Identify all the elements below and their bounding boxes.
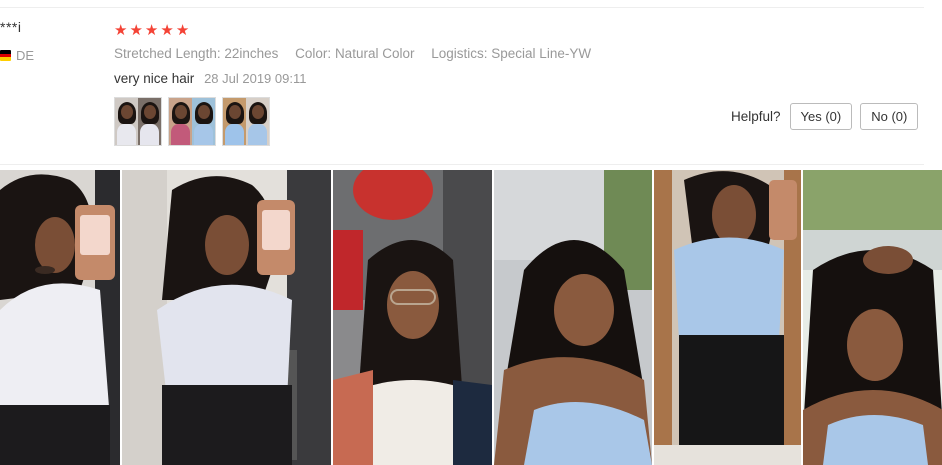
photo-icon <box>122 170 331 465</box>
helpful-vote: Helpful? Yes (0) No (0) <box>731 103 919 130</box>
feedback-date: 28 Jul 2019 09:11 <box>204 71 307 86</box>
attr-color-value: Natural Color <box>334 46 415 61</box>
reviewer-country: DE <box>0 48 34 63</box>
star-icon: ★ <box>129 22 143 39</box>
attr-color: Color: Natural Color <box>295 46 414 61</box>
thumbnail-photo-icon <box>169 98 192 145</box>
section-divider <box>0 164 924 165</box>
star-icon: ★ <box>144 22 159 39</box>
thumbnail-strip <box>114 97 270 146</box>
review-photo-3[interactable] <box>333 170 492 465</box>
thumbnail-photo-icon <box>138 98 161 145</box>
review-photo-1[interactable] <box>0 170 120 465</box>
review-thumbnail[interactable] <box>114 97 162 146</box>
top-divider <box>0 7 924 8</box>
star-icon: ★ <box>175 22 190 39</box>
thumbnail-photo-icon <box>223 98 246 145</box>
country-code: DE <box>16 48 35 63</box>
thumbnail-photo-icon <box>192 98 215 145</box>
helpful-no-button[interactable]: No (0) <box>860 103 919 130</box>
thumbnail-photo-icon <box>115 98 138 145</box>
photo-icon <box>494 170 652 465</box>
attr-logistics-label: Logistics: <box>431 46 488 61</box>
star-icon: ★ <box>114 22 128 39</box>
review-photo-4[interactable] <box>494 170 652 465</box>
order-attributes: Stretched Length: 22inches Color: Natura… <box>114 46 604 61</box>
star-rating: ★ ★ ★ ★ ★ <box>114 22 189 39</box>
review-thumbnail[interactable] <box>222 97 270 146</box>
thumbnail-photo-icon <box>246 98 269 145</box>
attr-length-label: Stretched Length: <box>114 46 221 61</box>
photo-icon <box>803 170 942 465</box>
review-photo-gallery <box>0 170 942 465</box>
review-photo-5[interactable] <box>654 170 801 465</box>
attr-length: Stretched Length: 22inches <box>114 46 278 61</box>
reviewer-name: ***i <box>0 19 22 35</box>
attr-logistics: Logistics: Special Line-YW <box>431 46 591 61</box>
attr-logistics-value: Special Line-YW <box>491 46 592 61</box>
attr-color-label: Color: <box>295 46 332 61</box>
helpful-yes-button[interactable]: Yes (0) <box>789 103 853 130</box>
feedback-text: very nice hair <box>114 71 195 86</box>
star-icon: ★ <box>160 22 174 39</box>
attr-length-value: 22inches <box>224 46 279 61</box>
helpful-label: Helpful? <box>731 109 781 124</box>
germany-flag-icon <box>0 50 11 61</box>
review-thumbnail[interactable] <box>168 97 216 146</box>
review-photo-6[interactable] <box>803 170 942 465</box>
photo-icon <box>0 170 120 465</box>
photo-icon <box>333 170 492 465</box>
review-feedback: very nice hair 28 Jul 2019 09:11 <box>114 71 306 86</box>
photo-icon <box>654 170 801 465</box>
review-photo-2[interactable] <box>122 170 331 465</box>
